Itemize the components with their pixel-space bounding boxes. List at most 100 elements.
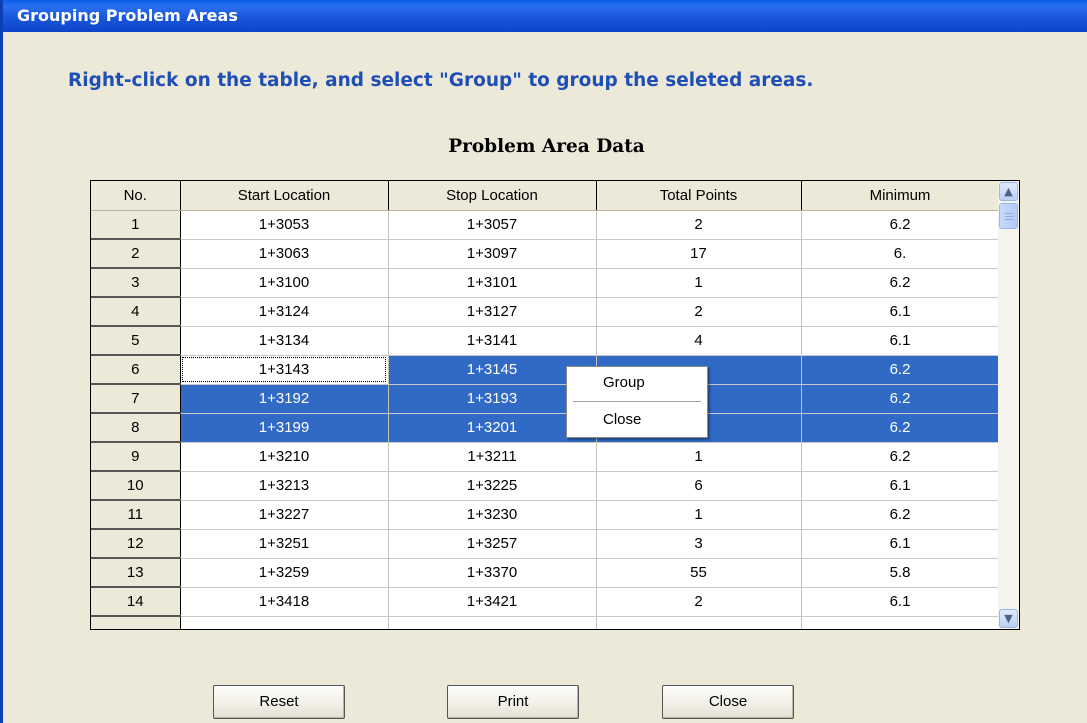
cell-minimum[interactable]: 6.1 bbox=[801, 471, 1000, 501]
cell-start-location[interactable]: 1+3213 bbox=[180, 471, 389, 501]
cell-stop-location[interactable]: 1+3201 bbox=[388, 413, 597, 443]
cell-total-points[interactable]: 6 bbox=[596, 471, 802, 501]
cell-row-number[interactable]: 7 bbox=[91, 384, 181, 414]
grip-line bbox=[1005, 216, 1013, 217]
cell-minimum[interactable]: 6.2 bbox=[801, 384, 1000, 414]
cell-minimum[interactable]: 6.1 bbox=[801, 326, 1000, 356]
cell-minimum[interactable]: 5.8 bbox=[801, 558, 1000, 588]
menu-item-close[interactable]: Close bbox=[603, 411, 641, 428]
table-row[interactable]: 2 1+3063 1+3097 17 6. bbox=[91, 239, 1000, 269]
cell-start-location[interactable]: 1+3063 bbox=[180, 239, 389, 269]
table-row[interactable]: 10 1+3213 1+3225 6 6.1 bbox=[91, 471, 1000, 501]
table-row[interactable]: 12 1+3251 1+3257 3 6.1 bbox=[91, 529, 1000, 559]
cell-row-number[interactable]: 2 bbox=[91, 239, 181, 269]
cell-start-location[interactable]: 1+3418 bbox=[180, 587, 389, 617]
close-button[interactable]: Close bbox=[662, 685, 794, 719]
cell-stop-location[interactable]: 1+3230 bbox=[388, 500, 597, 530]
problem-area-table[interactable]: No. Start Location Stop Location Total P… bbox=[90, 180, 1020, 630]
cell-total-points[interactable]: 1 bbox=[596, 500, 802, 530]
cell-minimum[interactable]: 6.2 bbox=[801, 210, 1000, 240]
cell-stop-location[interactable]: 1+3193 bbox=[388, 384, 597, 414]
cell-stop-location[interactable]: 1+3127 bbox=[388, 297, 597, 327]
cell-row-number[interactable]: 1 bbox=[91, 210, 181, 240]
cell-row-number[interactable]: 8 bbox=[91, 413, 181, 443]
cell-start-location[interactable]: 1+3199 bbox=[180, 413, 389, 443]
cell-row-number[interactable]: 9 bbox=[91, 442, 181, 472]
menu-separator bbox=[573, 401, 701, 402]
cell-row-number[interactable]: 3 bbox=[91, 268, 181, 298]
cell-total-points[interactable]: 3 bbox=[596, 529, 802, 559]
vertical-scrollbar[interactable]: ▲ ▼ bbox=[998, 181, 1019, 629]
cell-stop-location[interactable]: 1+3257 bbox=[388, 529, 597, 559]
cell-minimum[interactable]: 6.2 bbox=[801, 500, 1000, 530]
column-header-total-points[interactable]: Total Points bbox=[596, 181, 802, 211]
cell-total-points[interactable]: 2 bbox=[596, 587, 802, 617]
reset-button[interactable]: Reset bbox=[213, 685, 345, 719]
scroll-down-button[interactable]: ▼ bbox=[999, 609, 1018, 628]
cell-minimum[interactable]: 6.1 bbox=[801, 587, 1000, 617]
table-row[interactable]: 9 1+3210 1+3211 1 6.2 bbox=[91, 442, 1000, 472]
cell-minimum[interactable]: 6.2 bbox=[801, 268, 1000, 298]
cell-start-location[interactable]: 1+3143 bbox=[180, 355, 389, 385]
table-row[interactable]: 6 1+3143 1+3145 6.2 bbox=[91, 355, 1000, 385]
scrollbar-thumb[interactable] bbox=[999, 203, 1018, 229]
cell-row-number[interactable]: 6 bbox=[91, 355, 181, 385]
table-row[interactable]: 13 1+3259 1+3370 55 5.8 bbox=[91, 558, 1000, 588]
column-header-minimum[interactable]: Minimum bbox=[801, 181, 1000, 211]
print-button[interactable]: Print bbox=[447, 685, 579, 719]
cell-total-points[interactable]: 17 bbox=[596, 239, 802, 269]
cell-start-location[interactable]: 1+3251 bbox=[180, 529, 389, 559]
cell-stop-location[interactable]: 1+3370 bbox=[388, 558, 597, 588]
cell-total-points[interactable]: 2 bbox=[596, 210, 802, 240]
cell-start-location[interactable]: 1+3210 bbox=[180, 442, 389, 472]
cell-row-number[interactable]: 13 bbox=[91, 558, 181, 588]
cell-total-points[interactable]: 55 bbox=[596, 558, 802, 588]
cell-stop-location[interactable]: 1+3145 bbox=[388, 355, 597, 385]
cell-start-location[interactable]: 1+3259 bbox=[180, 558, 389, 588]
cell-start-location[interactable]: 1+3192 bbox=[180, 384, 389, 414]
column-header-stop-location[interactable]: Stop Location bbox=[388, 181, 597, 211]
cell-start-location[interactable]: 1+3053 bbox=[180, 210, 389, 240]
menu-item-group[interactable]: Group bbox=[603, 374, 645, 391]
table-row[interactable]: 5 1+3134 1+3141 4 6.1 bbox=[91, 326, 1000, 356]
cell-row-number[interactable]: 14 bbox=[91, 587, 181, 617]
cell-minimum[interactable]: 6.1 bbox=[801, 297, 1000, 327]
cell-row-number[interactable]: 4 bbox=[91, 297, 181, 327]
column-header-no[interactable]: No. bbox=[91, 181, 181, 211]
cell-stop-location[interactable]: 1+3101 bbox=[388, 268, 597, 298]
cell-minimum[interactable]: 6.2 bbox=[801, 413, 1000, 443]
table-row[interactable]: 8 1+3199 1+3201 6.2 bbox=[91, 413, 1000, 443]
table-row[interactable]: 3 1+3100 1+3101 1 6.2 bbox=[91, 268, 1000, 298]
cell-stop-location[interactable]: 1+3097 bbox=[388, 239, 597, 269]
cell-total-points[interactable]: 1 bbox=[596, 442, 802, 472]
column-header-start-location[interactable]: Start Location bbox=[180, 181, 389, 211]
cell-start-location[interactable]: 1+3124 bbox=[180, 297, 389, 327]
table-row[interactable]: 4 1+3124 1+3127 2 6.1 bbox=[91, 297, 1000, 327]
cell-row-number[interactable]: 10 bbox=[91, 471, 181, 501]
cell-minimum[interactable]: 6.2 bbox=[801, 442, 1000, 472]
cell-minimum[interactable]: 6.2 bbox=[801, 355, 1000, 385]
cell-total-points[interactable]: 4 bbox=[596, 326, 802, 356]
cell-stop-location[interactable]: 1+3225 bbox=[388, 471, 597, 501]
scroll-up-button[interactable]: ▲ bbox=[999, 182, 1018, 201]
cell-stop-location[interactable]: 1+3057 bbox=[388, 210, 597, 240]
cell-stop-location[interactable]: 1+3141 bbox=[388, 326, 597, 356]
cell-row-number[interactable]: 12 bbox=[91, 529, 181, 559]
cell-start-location[interactable]: 1+3100 bbox=[180, 268, 389, 298]
cell-stop-location[interactable]: 1+3211 bbox=[388, 442, 597, 472]
cell-start-location[interactable]: 1+3134 bbox=[180, 326, 389, 356]
cell-minimum[interactable]: 6. bbox=[801, 239, 1000, 269]
cell-start-location[interactable]: 1+3227 bbox=[180, 500, 389, 530]
title-bar[interactable]: Grouping Problem Areas bbox=[3, 0, 1087, 32]
cell-total-points[interactable]: 2 bbox=[596, 297, 802, 327]
table-row[interactable]: 11 1+3227 1+3230 1 6.2 bbox=[91, 500, 1000, 530]
cell-row-number[interactable]: 5 bbox=[91, 326, 181, 356]
chevron-up-icon: ▲ bbox=[1004, 185, 1013, 198]
cell-minimum[interactable]: 6.1 bbox=[801, 529, 1000, 559]
table-row[interactable]: 14 1+3418 1+3421 2 6.1 bbox=[91, 587, 1000, 617]
table-row[interactable]: 1 1+3053 1+3057 2 6.2 bbox=[91, 210, 1000, 240]
cell-row-number[interactable]: 11 bbox=[91, 500, 181, 530]
cell-total-points[interactable]: 1 bbox=[596, 268, 802, 298]
table-row[interactable]: 7 1+3192 1+3193 6.2 bbox=[91, 384, 1000, 414]
cell-stop-location[interactable]: 1+3421 bbox=[388, 587, 597, 617]
